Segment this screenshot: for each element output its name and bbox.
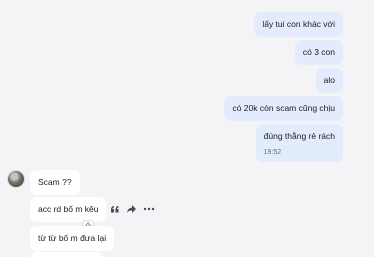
outgoing-message[interactable]: có 3 con	[294, 40, 343, 65]
message-text: alo	[323, 75, 335, 85]
outgoing-message[interactable]: có 20k còn scam cũng chịu	[224, 96, 343, 121]
forward-icon[interactable]	[126, 204, 137, 214]
avatar[interactable]	[7, 170, 25, 188]
outgoing-message[interactable]: lấy tui con khác với	[254, 12, 343, 37]
message-text: từ từ bố m đưa lại	[38, 233, 107, 243]
outgoing-message[interactable]: alo	[315, 68, 343, 93]
quote-icon[interactable]	[110, 204, 120, 214]
chat-panel: lấy tui con khác với có 3 con alo có 20k…	[0, 0, 374, 257]
incoming-message[interactable]: từ từ bố m đưa lại	[30, 226, 115, 251]
message-text: acc rd bố m kêu	[38, 204, 99, 214]
message-text: có 3 con	[302, 47, 335, 57]
message-timestamp: 19:52	[263, 149, 282, 156]
incoming-message[interactable]: acc rd bố m kêu	[30, 197, 107, 222]
message-text: đúng thằng rẻ rách	[263, 131, 335, 141]
more-dots-icon[interactable]	[143, 204, 155, 214]
incoming-message[interactable]: Scam ??	[30, 170, 80, 195]
message-text: lấy tui con khác với	[262, 19, 335, 29]
message-text: có 20k còn scam cũng chịu	[232, 103, 335, 113]
message-text: Scam ??	[38, 177, 72, 187]
outgoing-message[interactable]: đúng thằng rẻ rách 19:52	[255, 124, 343, 162]
message-actions	[110, 204, 155, 214]
incoming-message-partial[interactable]	[30, 252, 102, 257]
